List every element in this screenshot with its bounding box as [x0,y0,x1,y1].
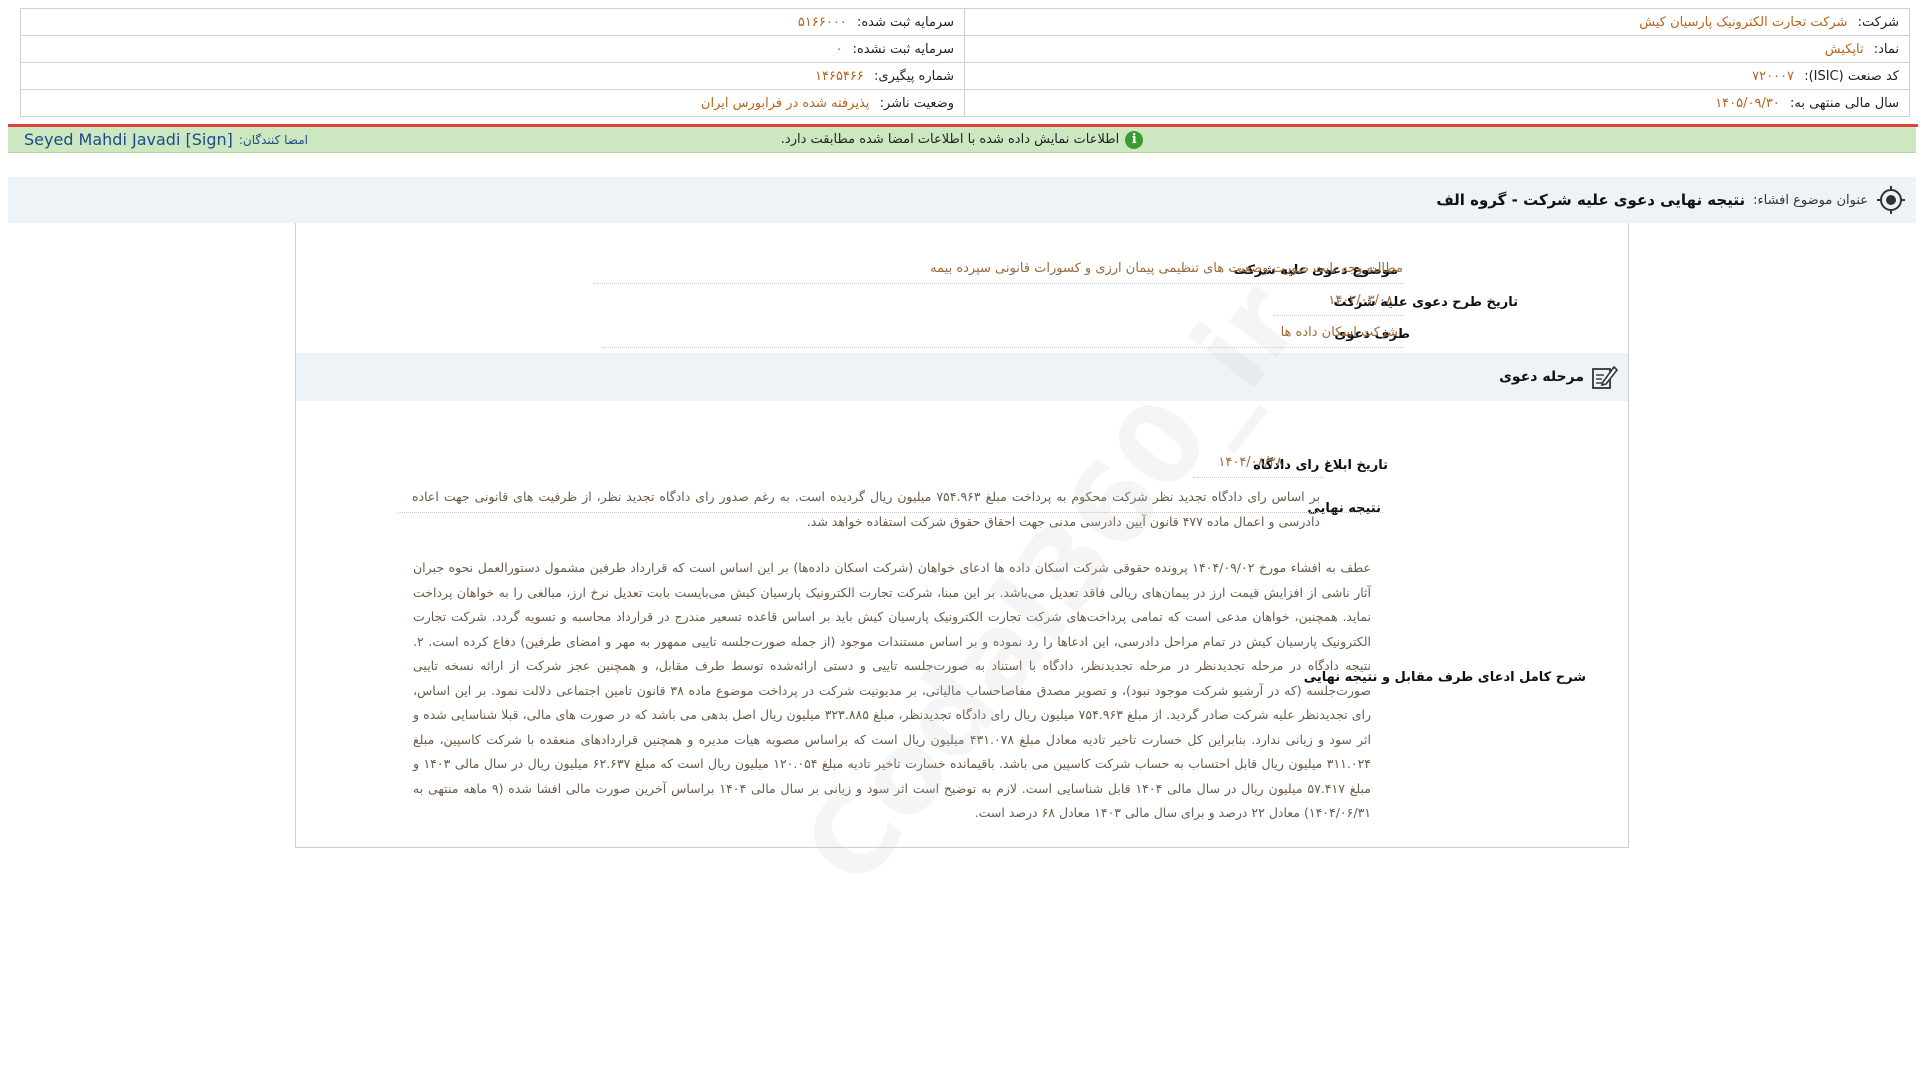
fiscal-year-value: ۱۴۰۵/۰۹/۳۰ [1715,95,1780,111]
claim-subject-value: مطالبه وجه بابت صورت وضعیت های تنظیمی پی… [930,261,1403,276]
edit-note-icon [1592,365,1618,389]
registered-capital-label: سرمایه ثبت شده: [856,14,954,30]
fiscal-year-cell: سال مالی منتهی به: ۱۴۰۵/۰۹/۳۰ [964,89,1910,117]
divider [603,347,1403,348]
registered-capital-cell: سرمایه ثبت شده: ۵۱۶۶۰۰۰ [20,8,965,36]
symbol-cell: نماد: تاپکیش [964,35,1910,63]
unregistered-capital-cell: سرمایه ثبت نشده: ۰ [20,35,965,63]
signers: امضا کنندگان: Seyed Mahdi Javadi [Sign] [24,127,308,152]
symbol-label: نماد: [1873,41,1899,57]
claim-date-value: ۱۴۰۲/۰۳/۰۸ [1328,293,1393,308]
stage-bar: مرحله دعوی [296,353,1628,401]
tracking-number-label: شماره پیگیری: [874,68,954,84]
publisher-status-value: پذیرفته شده در فرابورس ایران [700,95,870,111]
info-row: نماد: تاپکیش سرمایه ثبت نشده: ۰ [20,35,1910,63]
claim-party-value: شرکت اسکان داده ها [1280,325,1398,340]
signature-status-bar: i اطلاعات نمایش داده شده با اطلاعات امضا… [8,127,1916,153]
fiscal-year-label: سال مالی منتهی به: [1789,95,1899,111]
disclosure-panel: موضوع دعوی علیه شرکت مطالبه وجه بابت صور… [295,223,1629,848]
stage-title: مرحله دعوی [1499,369,1584,385]
final-result-value: بر اساس رای دادگاه تجدید نظر شرکت محکوم … [412,489,1320,529]
tracking-number-cell: شماره پیگیری: ۱۴۶۵۴۶۶ [20,62,965,90]
registered-capital-value: ۵۱۶۶۰۰۰ [797,14,847,30]
isic-value: ۷۲۰۰۰۷ [1752,68,1795,84]
tracking-number-value: ۱۴۶۵۴۶۶ [815,68,864,84]
info-icon: i [1125,130,1144,149]
publisher-status-cell: وضعیت ناشر: پذیرفته شده در فرابورس ایران [20,89,965,117]
signature-message-text: اطلاعات نمایش داده شده با اطلاعات امضا ش… [780,132,1120,147]
company-label: شرکت: [1857,14,1899,30]
stage-heading: مرحله دعوی [1499,353,1618,401]
full-description-value: عطف به افشاء مورخ ۱۴۰۴/۰۹/۰۲ پرونده حقوق… [413,560,1371,820]
info-row: سال مالی منتهی به: ۱۴۰۵/۰۹/۳۰ وضعیت ناشر… [20,89,1910,117]
info-row: کد صنعت (ISIC): ۷۲۰۰۰۷ شماره پیگیری: ۱۴۶… [20,62,1910,90]
subject-bar: عنوان موضوع افشاء: نتیجه نهایی دعوی علیه… [8,177,1916,223]
company-info-table: شرکت: شرکت تجارت الکترونیک پارسیان کیش س… [20,8,1910,117]
isic-label: کد صنعت (ISIC): [1804,68,1899,84]
isic-cell: کد صنعت (ISIC): ۷۲۰۰۰۷ [964,62,1910,90]
unregistered-capital-value: ۰ [835,41,843,57]
signers-label: امضا کنندگان: [238,132,308,147]
publisher-status-label: وضعیت ناشر: [879,95,954,111]
subject-heading: عنوان موضوع افشاء: نتیجه نهایی دعوی علیه… [1436,177,1906,223]
signers-value[interactable]: Seyed Mahdi Javadi [Sign] [24,130,233,149]
company-cell: شرکت: شرکت تجارت الکترونیک پارسیان کیش [964,8,1910,36]
divider [593,283,1403,284]
target-icon [1877,186,1905,214]
symbol-value: تاپکیش [1824,41,1864,57]
ruling-date-value: ۱۴۰۴/۰۸/۲۸ [1218,455,1283,470]
divider [1273,315,1403,316]
divider [1193,477,1323,478]
divider [398,512,1383,513]
subject-title: نتیجه نهایی دعوی علیه شرکت - گروه الف [1436,191,1746,209]
subject-label: عنوان موضوع افشاء: [1753,192,1868,208]
company-value: شرکت تجارت الکترونیک پارسیان کیش [1639,14,1848,30]
unregistered-capital-label: سرمایه ثبت نشده: [852,41,954,57]
info-row: شرکت: شرکت تجارت الکترونیک پارسیان کیش س… [20,8,1910,36]
